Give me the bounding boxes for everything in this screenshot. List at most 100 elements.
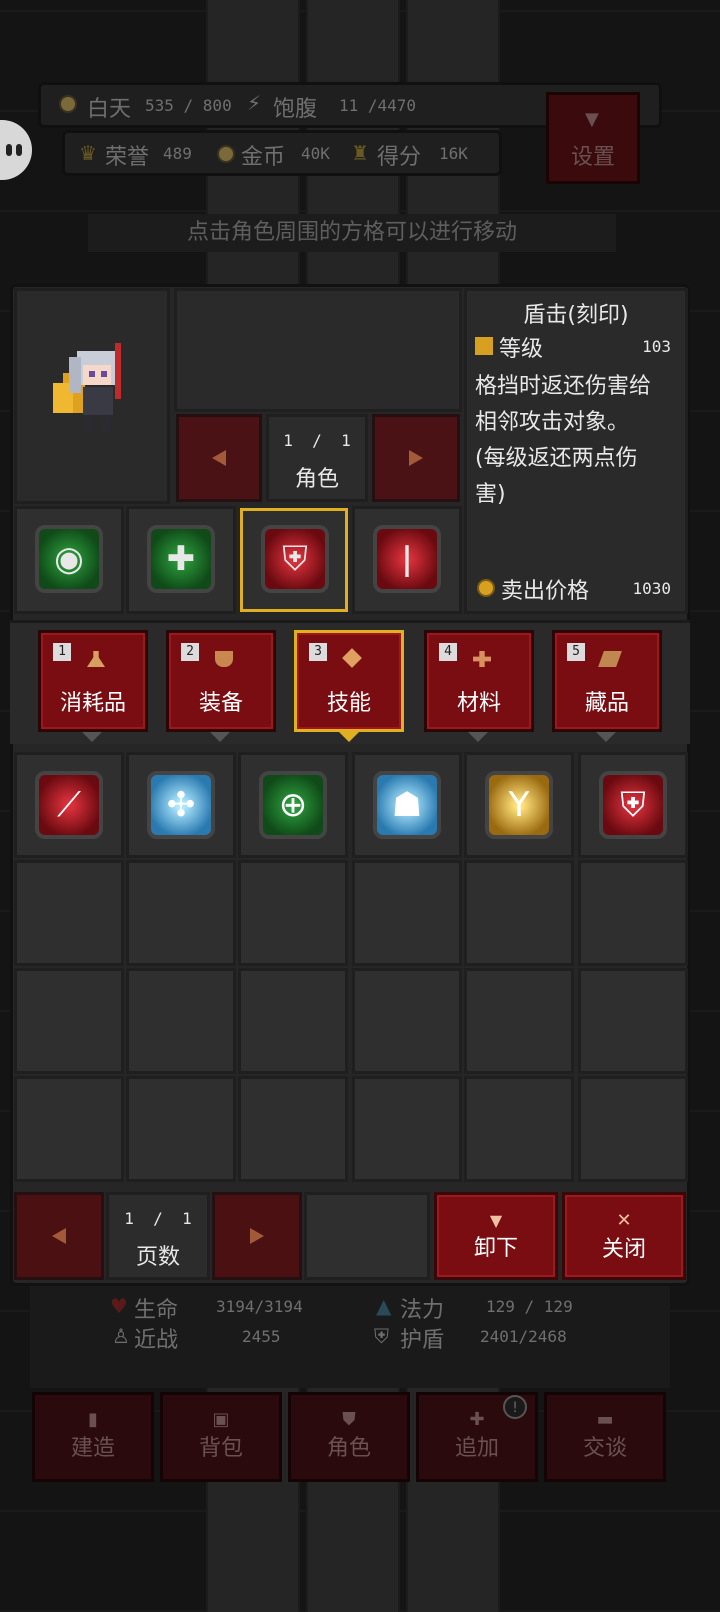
- inventory-slot[interactable]: ⊕: [238, 752, 348, 858]
- inventory-slot[interactable]: [14, 860, 124, 966]
- inventory-slot[interactable]: [238, 860, 348, 966]
- day-label: 白天: [87, 97, 132, 122]
- tab-consumables[interactable]: 1 消耗品: [38, 630, 148, 732]
- day-value: 535 / 800: [145, 96, 232, 115]
- trophy-icon: ♜: [351, 141, 369, 165]
- sell-price-value: 1030: [632, 579, 671, 598]
- shield-value: 2401/2468: [480, 1327, 567, 1346]
- melee-value: 2455: [242, 1327, 281, 1346]
- inventory-slot[interactable]: [126, 1076, 236, 1182]
- tab-label: 技能: [326, 691, 371, 716]
- shield-label: 护盾: [400, 1328, 445, 1353]
- prev-character-button[interactable]: [176, 414, 262, 502]
- level-label: 等级: [499, 337, 544, 362]
- description-line: 格挡时返还伤害给: [475, 374, 652, 399]
- next-page-button[interactable]: [212, 1192, 302, 1280]
- holy-light-icon: Y: [485, 771, 553, 839]
- tab-label: 装备: [198, 691, 243, 716]
- hunger-label: 饱腹: [273, 97, 318, 122]
- dot-icon: [16, 144, 22, 156]
- shield-bash-icon: ⛨: [261, 525, 329, 593]
- nav-label: 背包: [198, 1436, 243, 1461]
- inventory-slot[interactable]: ⟋: [14, 752, 124, 858]
- collectible-icon: [598, 651, 622, 667]
- inventory-slot[interactable]: [352, 968, 462, 1074]
- close-button[interactable]: ✕ 关闭: [562, 1192, 686, 1280]
- nav-talk[interactable]: ▬ 交谈: [544, 1392, 666, 1482]
- honor-value: 489: [163, 144, 192, 163]
- gold-value: 40K: [301, 144, 330, 163]
- movement-hint: 点击角色周围的方格可以进行移动: [88, 214, 616, 252]
- inventory-slot[interactable]: ✣: [126, 752, 236, 858]
- tab-label: 消耗品: [59, 691, 126, 716]
- inventory-slot[interactable]: [238, 1076, 348, 1182]
- nav-build[interactable]: ▮ 建造: [32, 1392, 154, 1482]
- settings-label: 设置: [570, 145, 615, 170]
- inventory-slot[interactable]: Y: [464, 752, 574, 858]
- potion-icon: [87, 651, 105, 667]
- inventory-slot[interactable]: [352, 1076, 462, 1182]
- nav-label: 交谈: [582, 1436, 627, 1461]
- inventory-slot[interactable]: ☗: [352, 752, 462, 858]
- equipped-slot-4[interactable]: ǀ: [352, 506, 462, 614]
- description-line: 害): [475, 482, 506, 507]
- nature-ring-icon: ⊕: [259, 771, 327, 839]
- skill-diamond-icon: [342, 648, 362, 668]
- tab-pointer-icon: [82, 732, 102, 742]
- inventory-slot[interactable]: [14, 968, 124, 1074]
- inventory-slot[interactable]: [126, 968, 236, 1074]
- crown-icon: ♛: [79, 141, 97, 165]
- shield-icon: ⛨: [374, 1324, 389, 1348]
- tab-materials[interactable]: 4 材料: [424, 630, 534, 732]
- inventory-slot[interactable]: [578, 1076, 688, 1182]
- nav-character[interactable]: ⛊ 角色: [288, 1392, 410, 1482]
- inventory-slot[interactable]: [14, 1076, 124, 1182]
- ice-cross-icon: ✣: [147, 771, 215, 839]
- equipped-slot-2[interactable]: ✚: [126, 506, 236, 614]
- inventory-slot[interactable]: [464, 968, 574, 1074]
- settings-button[interactable]: ▼ 设置: [546, 92, 640, 184]
- character-pager: 1 / 1 角色: [266, 414, 368, 502]
- equipped-slot-1[interactable]: ◉: [14, 506, 124, 614]
- prev-page-button[interactable]: [14, 1192, 104, 1280]
- inventory-slot[interactable]: ⛨: [578, 752, 688, 858]
- resource-bar-bottom: ♛ 荣誉 489 金币 40K ♜ 得分 16K: [62, 130, 502, 176]
- tab-hotkey: 2: [181, 643, 199, 661]
- nav-backpack[interactable]: ▣ 背包: [160, 1392, 282, 1482]
- inventory-slot[interactable]: [578, 968, 688, 1074]
- unequip-button[interactable]: ▼ 卸下: [434, 1192, 558, 1280]
- inventory-slot[interactable]: [238, 968, 348, 1074]
- next-character-button[interactable]: [372, 414, 460, 502]
- inventory-slot[interactable]: [464, 1076, 574, 1182]
- character-page-number: 1 / 1: [283, 431, 351, 450]
- inventory-pager: 1 / 1 页数: [106, 1192, 210, 1280]
- gold-label: 金币: [241, 145, 286, 170]
- nav-extra[interactable]: ✚ 追加 !: [416, 1392, 538, 1482]
- eye-skill-icon: ◉: [35, 525, 103, 593]
- hammer-icon: ▮: [88, 1409, 98, 1430]
- armor-icon: [215, 651, 233, 667]
- nav-label: 追加: [454, 1436, 499, 1461]
- inventory-slot[interactable]: [126, 860, 236, 966]
- speech-icon: ▬: [596, 1409, 614, 1430]
- description-line: (每级返还两点伤: [475, 446, 638, 471]
- tab-equipment[interactable]: 2 装备: [166, 630, 276, 732]
- tab-skills[interactable]: 3 技能: [294, 630, 404, 732]
- tab-pointer-icon: [339, 732, 359, 742]
- skill-detail-panel: 盾击(刻印) 等级 103 格挡时返还伤害给 相邻攻击对象。 (每级返还两点伤 …: [464, 288, 688, 614]
- empty-action-cell: [304, 1192, 430, 1280]
- armor-icon: ⛊: [342, 1409, 356, 1430]
- character-portrait-cell: [14, 288, 170, 504]
- nav-label: 建造: [70, 1436, 115, 1461]
- equipped-slot-3-selected[interactable]: ⛨: [240, 508, 348, 612]
- sword-slash-icon: ⟋: [35, 771, 103, 839]
- close-label: 关闭: [601, 1236, 646, 1262]
- tab-collectibles[interactable]: 5 藏品: [552, 630, 662, 732]
- arrow-left-icon: [52, 1228, 66, 1244]
- inventory-slot[interactable]: [578, 860, 688, 966]
- inventory-slot[interactable]: [464, 860, 574, 966]
- arrow-right-icon: [409, 450, 423, 466]
- alert-badge-icon: !: [503, 1395, 527, 1419]
- melee-label: 近战: [134, 1328, 179, 1353]
- inventory-slot[interactable]: [352, 860, 462, 966]
